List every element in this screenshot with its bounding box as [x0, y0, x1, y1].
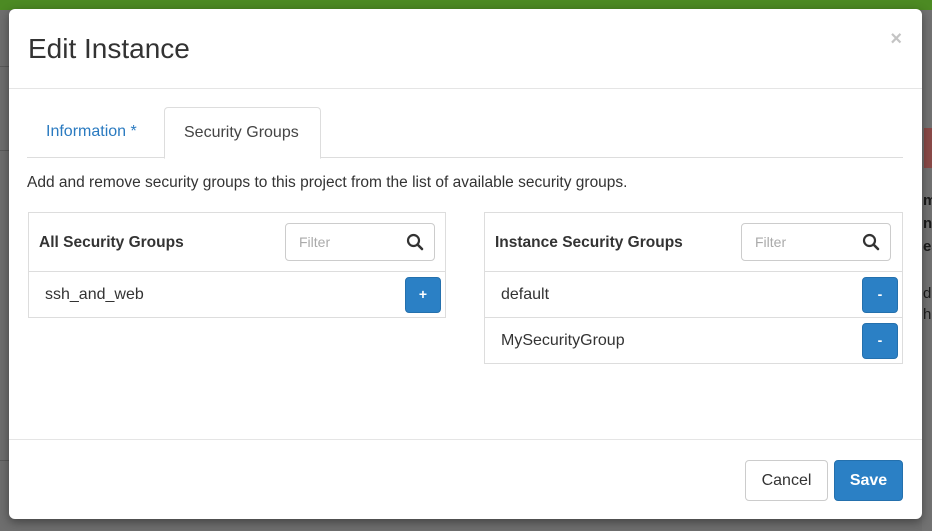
instance-security-groups-panel: Instance Security Groups default - MySec…	[484, 212, 903, 364]
background-text-fragment: nc	[923, 215, 932, 232]
tab-security-groups[interactable]: Security Groups	[164, 107, 321, 159]
remove-group-button[interactable]: -	[862, 323, 898, 359]
background-text-fragment: da	[923, 285, 932, 302]
panel-title: All Security Groups	[39, 234, 184, 251]
filter-box	[285, 223, 435, 261]
all-groups-filter-input[interactable]	[287, 225, 397, 259]
tab-description: Add and remove security groups to this p…	[27, 174, 628, 191]
search-icon[interactable]	[406, 233, 424, 251]
security-group-name: ssh_and_web	[45, 286, 144, 303]
background-text-fragment: h	[923, 306, 932, 323]
instance-groups-filter-input[interactable]	[743, 225, 853, 259]
modal-footer: Cancel Save	[9, 439, 922, 519]
add-group-button[interactable]: +	[405, 277, 441, 313]
list-item: MySecurityGroup -	[485, 318, 902, 364]
remove-group-button[interactable]: -	[862, 277, 898, 313]
panel-header: Instance Security Groups	[485, 213, 902, 272]
save-button[interactable]: Save	[834, 460, 903, 501]
list-item: default -	[485, 272, 902, 318]
all-security-groups-panel: All Security Groups ssh_and_web +	[28, 212, 446, 318]
security-group-name: default	[501, 286, 550, 303]
panel-header: All Security Groups	[29, 213, 445, 272]
security-group-name: MySecurityGroup	[501, 332, 625, 349]
list-item: ssh_and_web +	[29, 272, 445, 318]
filter-box	[741, 223, 891, 261]
panel-title: Instance Security Groups	[495, 234, 683, 251]
tab-bar: Information * Security Groups	[27, 107, 903, 159]
edit-instance-modal: Edit Instance × Information * Security G…	[9, 9, 922, 519]
tab-information[interactable]: Information *	[27, 107, 156, 158]
modal-title: Edit Instance	[28, 33, 190, 64]
background-text-fragment: m	[923, 192, 932, 209]
background-right-strip	[922, 10, 932, 531]
modal-header: Edit Instance ×	[9, 9, 922, 89]
background-text-fragment: ea	[923, 238, 932, 255]
search-icon[interactable]	[862, 233, 880, 251]
cancel-button[interactable]: Cancel	[745, 460, 828, 501]
close-icon[interactable]: ×	[890, 29, 902, 49]
background-red-tab	[924, 128, 932, 168]
